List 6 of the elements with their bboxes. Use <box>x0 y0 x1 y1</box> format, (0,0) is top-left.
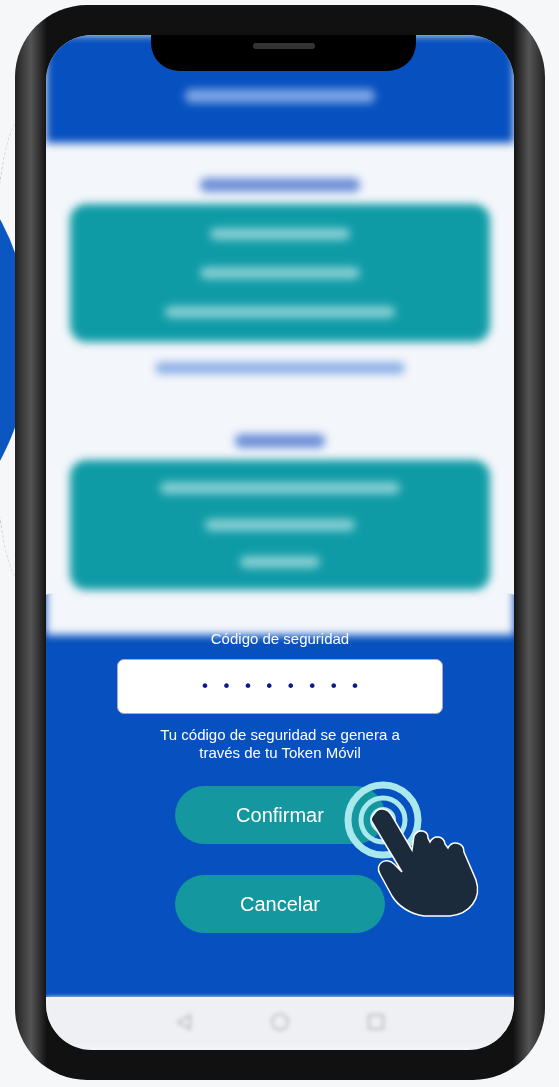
speaker-slot <box>252 43 315 49</box>
confirm-button[interactable]: Confirmar <box>175 786 385 844</box>
hint-text: Tu código de seguridad se genera a través de tu Token Móvil <box>159 726 401 762</box>
field-label: Código de seguridad <box>210 630 350 647</box>
cancel-button[interactable]: Cancelar <box>175 875 385 933</box>
input-field[interactable]: •••••••• <box>117 659 443 714</box>
